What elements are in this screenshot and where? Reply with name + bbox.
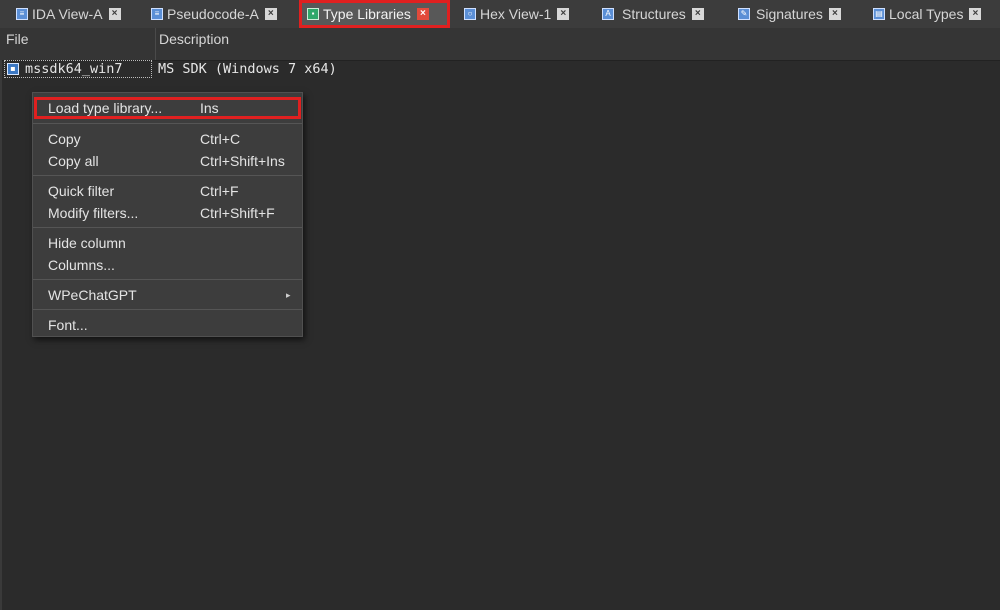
local-types-icon: ▤	[873, 8, 885, 20]
submenu-arrow-icon: ▸	[286, 290, 291, 300]
ida-view-icon: ≡	[16, 8, 28, 20]
menu-item-columns[interactable]: Columns...	[33, 254, 302, 276]
table-row[interactable]: ▪ mssdk64_win7 MS SDK (Windows 7 x64)	[0, 60, 1000, 78]
tab-label: Signatures	[756, 6, 823, 22]
menu-item-label: Modify filters...	[48, 205, 139, 221]
list-left-edge	[0, 60, 2, 610]
menu-separator	[33, 175, 302, 176]
tab-local-types[interactable]: ▤ Local Types ×	[873, 0, 982, 28]
menu-item-label: Columns...	[48, 257, 115, 273]
menu-separator	[33, 123, 302, 124]
menu-item-shortcut: Ctrl+C	[200, 131, 241, 147]
structures-icon: A	[602, 8, 614, 20]
menu-item-shortcut: Ctrl+Shift+Ins	[200, 153, 285, 169]
pseudocode-icon: ≡	[151, 8, 163, 20]
menu-item-hide-column[interactable]: Hide column	[33, 232, 302, 254]
column-file[interactable]: File	[0, 28, 155, 60]
menu-item-font[interactable]: Font...	[33, 314, 302, 336]
menu-item-load-type-library[interactable]: Load type library... Ins	[34, 97, 301, 119]
menu-item-label: WPeChatGPT	[48, 287, 137, 303]
tab-type-libraries[interactable]: ▪ Type Libraries ×	[299, 0, 450, 28]
tab-bar: ≡ IDA View-A × ≡ Pseudocode-A × ▪ Type L…	[0, 0, 1000, 28]
row-file-cell[interactable]: ▪ mssdk64_win7	[4, 60, 152, 78]
tab-label: Local Types	[889, 6, 964, 22]
type-libraries-icon: ▪	[307, 8, 319, 20]
column-description[interactable]: Description	[153, 28, 453, 60]
column-header: File Description	[0, 28, 1000, 61]
menu-item-label: Copy	[48, 131, 81, 147]
tab-label: Hex View-1	[480, 6, 552, 22]
hex-view-icon: ○	[464, 8, 476, 20]
tab-signatures[interactable]: ✎ Signatures ×	[738, 0, 841, 28]
tab-label: Type Libraries	[323, 6, 411, 22]
menu-item-label: Copy all	[48, 153, 99, 169]
menu-item-wpechatgpt[interactable]: WPeChatGPT ▸	[33, 284, 302, 306]
file-name: mssdk64_win7	[25, 61, 123, 77]
menu-separator	[33, 309, 302, 310]
menu-separator	[33, 279, 302, 280]
close-icon[interactable]: ×	[557, 8, 570, 20]
menu-item-modify-filters[interactable]: Modify filters... Ctrl+Shift+F	[33, 202, 302, 224]
tab-pseudocode-a[interactable]: ≡ Pseudocode-A ×	[151, 0, 277, 28]
menu-item-label: Hide column	[48, 235, 126, 251]
library-icon: ▪	[7, 63, 19, 75]
menu-item-shortcut: Ctrl+F	[200, 183, 239, 199]
menu-separator	[33, 227, 302, 228]
menu-item-shortcut: Ctrl+Shift+F	[200, 205, 275, 221]
close-icon[interactable]: ×	[108, 8, 121, 20]
tab-structures[interactable]: A Structures ×	[602, 0, 704, 28]
menu-item-label: Load type library...	[48, 100, 163, 116]
menu-item-shortcut: Ins	[200, 100, 219, 116]
close-icon[interactable]: ×	[691, 8, 704, 20]
menu-item-label: Font...	[48, 317, 88, 333]
row-description-cell[interactable]: MS SDK (Windows 7 x64)	[158, 60, 337, 78]
menu-item-quick-filter[interactable]: Quick filter Ctrl+F	[33, 180, 302, 202]
tab-label: Pseudocode-A	[167, 6, 259, 22]
menu-item-copy-all[interactable]: Copy all Ctrl+Shift+Ins	[33, 150, 302, 172]
close-icon[interactable]: ×	[416, 8, 429, 20]
close-icon[interactable]: ×	[828, 8, 841, 20]
context-menu: Load type library... Ins Copy Ctrl+C Cop…	[32, 92, 303, 337]
menu-item-copy[interactable]: Copy Ctrl+C	[33, 128, 302, 150]
signatures-icon: ✎	[738, 8, 750, 20]
tab-label: IDA View-A	[32, 6, 103, 22]
ida-window: ≡ IDA View-A × ≡ Pseudocode-A × ▪ Type L…	[0, 0, 1000, 610]
menu-item-label: Quick filter	[48, 183, 115, 199]
close-icon[interactable]: ×	[969, 8, 982, 20]
tab-ida-view-a[interactable]: ≡ IDA View-A ×	[16, 0, 121, 28]
close-icon[interactable]: ×	[264, 8, 277, 20]
tab-label: Structures	[622, 6, 686, 22]
tab-hex-view-1[interactable]: ○ Hex View-1 ×	[464, 0, 570, 28]
